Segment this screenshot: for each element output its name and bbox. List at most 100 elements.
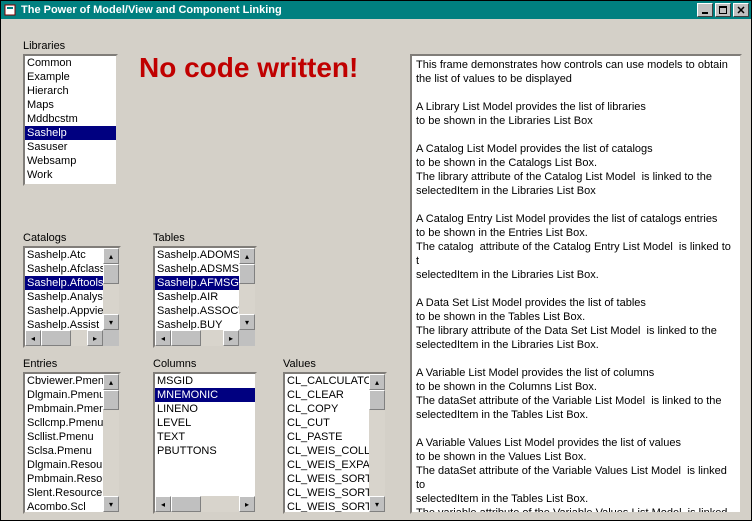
list-item[interactable]: Sashelp xyxy=(25,126,116,140)
description-line: The variable attribute of the Variable V… xyxy=(416,506,736,514)
scroll-down-button[interactable]: ▾ xyxy=(369,496,385,512)
horizontal-scrollbar[interactable]: ◂▸ xyxy=(25,330,119,346)
list-item[interactable]: Sashelp.ASSOCW xyxy=(155,304,239,318)
scroll-left-button[interactable]: ◂ xyxy=(25,330,41,346)
list-item[interactable]: Cbviewer.Pmenu xyxy=(25,374,103,388)
catalogs-label: Catalogs xyxy=(23,232,66,244)
vertical-scrollbar[interactable]: ▴▾ xyxy=(369,374,385,512)
list-item[interactable]: CL_CLEAR xyxy=(285,388,369,402)
list-item[interactable]: Sashelp.Aftools xyxy=(25,276,103,290)
list-item[interactable]: MNEMONIC xyxy=(155,388,255,402)
list-item[interactable]: CL_WEIS_SORT xyxy=(285,500,369,512)
list-item[interactable]: Dlgmain.Pmenu xyxy=(25,388,103,402)
description-line: to be shown in the Catalogs List Box. xyxy=(416,156,736,170)
vertical-scrollbar[interactable]: ▴▾ xyxy=(103,248,119,330)
list-item[interactable]: CL_WEIS_EXPAN xyxy=(285,458,369,472)
scroll-left-button[interactable]: ◂ xyxy=(155,330,171,346)
scroll-up-button[interactable]: ▴ xyxy=(239,248,255,264)
list-item[interactable]: Hierarch xyxy=(25,84,116,98)
vertical-scrollbar[interactable]: ▴▾ xyxy=(239,248,255,330)
list-item[interactable]: Websamp xyxy=(25,154,116,168)
scroll-thumb[interactable] xyxy=(369,390,385,410)
list-item[interactable]: CL_WEIS_COLLA xyxy=(285,444,369,458)
list-item[interactable]: Scllist.Pmenu xyxy=(25,430,103,444)
list-item[interactable]: Scllcmp.Pmenu xyxy=(25,416,103,430)
list-item[interactable]: Sashelp.AFMSG xyxy=(155,276,239,290)
scroll-corner xyxy=(239,330,255,346)
description-pane: This frame demonstrates how controls can… xyxy=(410,54,742,514)
list-item[interactable]: Pmbmain.Resourc xyxy=(25,472,103,486)
list-item[interactable]: PBUTTONS xyxy=(155,444,255,458)
description-line: selectedItem in the Libraries List Box. xyxy=(416,338,736,352)
list-item[interactable]: Sashelp.Appview xyxy=(25,304,103,318)
list-item[interactable]: Sashelp.Afclass xyxy=(25,262,103,276)
list-item[interactable]: CL_COPY xyxy=(285,402,369,416)
description-line: A Library List Model provides the list o… xyxy=(416,100,736,114)
scroll-thumb[interactable] xyxy=(239,264,255,284)
list-item[interactable]: CL_PASTE xyxy=(285,430,369,444)
list-item[interactable]: Work xyxy=(25,168,116,182)
scroll-right-button[interactable]: ▸ xyxy=(223,330,239,346)
scroll-up-button[interactable]: ▴ xyxy=(369,374,385,390)
list-item[interactable]: CL_CUT xyxy=(285,416,369,430)
list-item[interactable]: CL_WEIS_SORT xyxy=(285,472,369,486)
list-item[interactable]: Common xyxy=(25,56,116,70)
list-item[interactable]: Sclsa.Pmenu xyxy=(25,444,103,458)
scroll-up-button[interactable]: ▴ xyxy=(103,248,119,264)
description-line: A Catalog List Model provides the list o… xyxy=(416,142,736,156)
list-item[interactable]: Mddbcstm xyxy=(25,112,116,126)
list-item[interactable]: Sashelp.ADOMSG xyxy=(155,248,239,262)
values-listbox[interactable]: CL_CALCULATOCL_CLEARCL_COPYCL_CUTCL_PAST… xyxy=(283,372,387,514)
scroll-thumb[interactable] xyxy=(171,496,201,512)
tables-listbox[interactable]: Sashelp.ADOMSGSashelp.ADSMSGSashelp.AFMS… xyxy=(153,246,257,348)
list-item[interactable]: Pmbmain.Pmenu xyxy=(25,402,103,416)
tables-label: Tables xyxy=(153,232,185,244)
scroll-thumb[interactable] xyxy=(171,330,201,346)
maximize-button[interactable] xyxy=(715,3,731,17)
list-item[interactable]: CL_CALCULATO xyxy=(285,374,369,388)
list-item[interactable]: Sashelp.BUY xyxy=(155,318,239,330)
list-item[interactable]: LINENO xyxy=(155,402,255,416)
list-item[interactable]: LEVEL xyxy=(155,416,255,430)
list-item[interactable]: Slent.Resource xyxy=(25,486,103,500)
columns-listbox[interactable]: MSGIDMNEMONICLINENOLEVELTEXTPBUTTONS◂▸ xyxy=(153,372,257,514)
scroll-left-button[interactable]: ◂ xyxy=(155,496,171,512)
minimize-button[interactable] xyxy=(697,3,713,17)
scroll-down-button[interactable]: ▾ xyxy=(103,314,119,330)
list-item[interactable]: Acombo.Scl xyxy=(25,500,103,512)
scroll-up-button[interactable]: ▴ xyxy=(103,374,119,390)
vertical-scrollbar[interactable]: ▴▾ xyxy=(103,374,119,512)
horizontal-scrollbar[interactable]: ◂▸ xyxy=(155,330,255,346)
description-line: selectedItem in the Tables List Box. xyxy=(416,408,736,422)
list-item[interactable]: Example xyxy=(25,70,116,84)
list-item[interactable]: Sashelp.Assist xyxy=(25,318,103,330)
scroll-down-button[interactable]: ▾ xyxy=(103,496,119,512)
scroll-right-button[interactable]: ▸ xyxy=(87,330,103,346)
list-item[interactable]: Sashelp.AIR xyxy=(155,290,239,304)
close-button[interactable] xyxy=(733,3,749,17)
libraries-listbox[interactable]: CommonExampleHierarchMapsMddbcstmSashelp… xyxy=(23,54,118,186)
scroll-thumb[interactable] xyxy=(41,330,71,346)
list-item[interactable]: MSGID xyxy=(155,374,255,388)
scroll-down-button[interactable]: ▾ xyxy=(239,314,255,330)
list-item[interactable]: Sashelp.Atc xyxy=(25,248,103,262)
scroll-thumb[interactable] xyxy=(103,264,119,284)
list-item[interactable]: Sasuser xyxy=(25,140,116,154)
no-code-message: No code written! xyxy=(139,52,358,84)
client-area: Libraries CommonExampleHierarchMapsMddbc… xyxy=(1,19,751,520)
description-line: to be shown in the Libraries List Box xyxy=(416,114,736,128)
scroll-right-button[interactable]: ▸ xyxy=(239,496,255,512)
list-item[interactable]: CL_WEIS_SORT xyxy=(285,486,369,500)
scroll-thumb[interactable] xyxy=(103,390,119,410)
window-title: The Power of Model/View and Component Li… xyxy=(21,4,695,16)
catalogs-listbox[interactable]: Sashelp.AtcSashelp.AfclassSashelp.Aftool… xyxy=(23,246,121,348)
horizontal-scrollbar[interactable]: ◂▸ xyxy=(155,496,255,512)
list-item[interactable]: TEXT xyxy=(155,430,255,444)
list-item[interactable]: Sashelp.ADSMSG xyxy=(155,262,239,276)
titlebar: The Power of Model/View and Component Li… xyxy=(1,1,751,19)
description-line: selectedItem in the Tables List Box. xyxy=(416,492,736,506)
list-item[interactable]: Dlgmain.Resource xyxy=(25,458,103,472)
list-item[interactable]: Sashelp.Analyst xyxy=(25,290,103,304)
entries-listbox[interactable]: Cbviewer.PmenuDlgmain.PmenuPmbmain.Pmenu… xyxy=(23,372,121,514)
list-item[interactable]: Maps xyxy=(25,98,116,112)
